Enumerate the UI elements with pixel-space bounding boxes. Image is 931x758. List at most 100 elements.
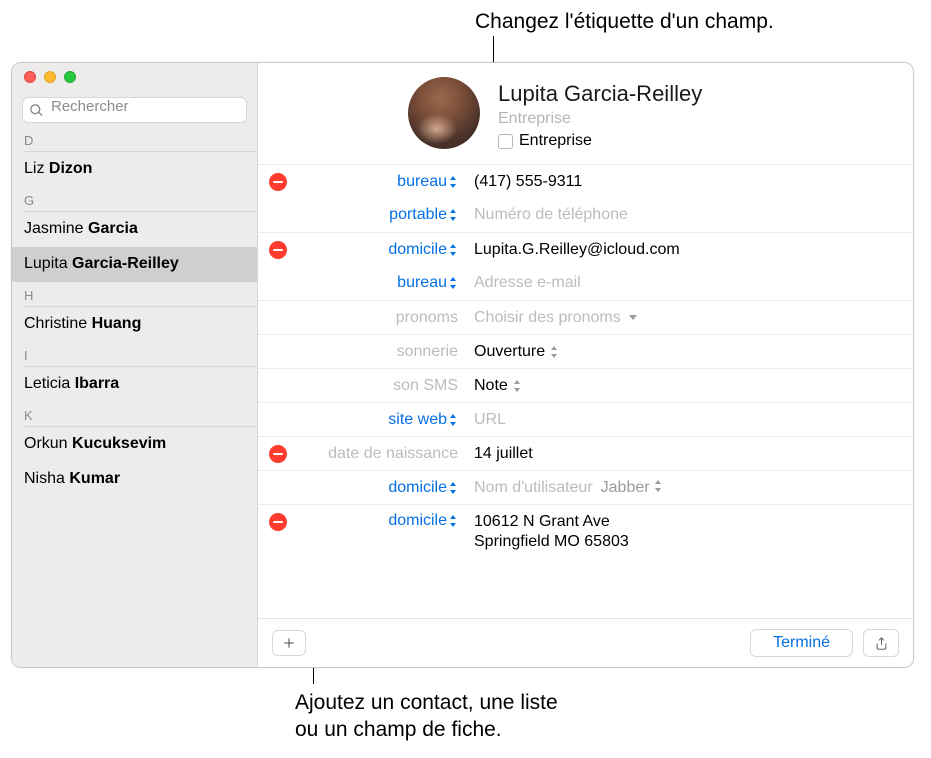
field-label-selector[interactable]: domicile <box>298 479 468 497</box>
search-input[interactable] <box>51 98 216 115</box>
email-home-value[interactable]: Lupita.G.Reilley@icloud.com <box>468 235 913 265</box>
window-controls <box>12 65 257 88</box>
website-placeholder[interactable]: URL <box>468 405 913 435</box>
address-value[interactable]: 10612 N Grant Ave Springfield MO 65803 <box>468 505 913 559</box>
contact-first-name: Lupita <box>24 255 72 272</box>
zoom-window-button[interactable] <box>64 71 76 83</box>
contact-last-name: Ibarra <box>75 375 119 392</box>
field-phone-mobile: portable Numéro de téléphone <box>258 198 913 232</box>
field-label-static: son SMS <box>298 377 468 395</box>
field-phone-office: bureau (417) 555-9311 <box>258 164 913 198</box>
contact-first-name: Nisha <box>24 470 69 487</box>
im-value-row[interactable]: Nom d'utilisateur Jabber <box>468 473 913 503</box>
remove-button[interactable] <box>269 241 287 259</box>
company-placeholder[interactable]: Entreprise <box>498 110 702 128</box>
remove-button[interactable] <box>269 173 287 191</box>
chevrons-icon <box>514 380 522 392</box>
contact-first-name: Liz <box>24 160 49 177</box>
sidebar: DLiz DizonGJasmine GarciaLupita Garcia-R… <box>12 63 258 667</box>
contact-name[interactable]: Lupita Garcia-Reilley <box>498 81 702 107</box>
field-birthday: date de naissance 14 juillet <box>258 436 913 470</box>
chevrons-icon <box>450 277 458 289</box>
contact-last-name: Kumar <box>69 470 120 487</box>
contact-row[interactable]: Christine Huang <box>12 307 257 342</box>
remove-button[interactable] <box>269 513 287 531</box>
phone-office-value[interactable]: (417) 555-9311 <box>468 167 913 197</box>
im-username-placeholder[interactable]: Nom d'utilisateur <box>474 479 593 497</box>
contact-last-name: Kucuksevim <box>72 435 166 452</box>
contact-last-name: Huang <box>92 315 142 332</box>
contact-row[interactable]: Nisha Kumar <box>12 462 257 497</box>
chevrons-icon <box>450 482 458 494</box>
contact-first-name: Orkun <box>24 435 72 452</box>
address-line: 10612 N Grant Ave <box>474 513 610 531</box>
contact-last-name: Garcia <box>88 220 138 237</box>
callout-line: ou un champ de fiche. <box>295 716 558 743</box>
phone-mobile-placeholder[interactable]: Numéro de téléphone <box>468 200 913 230</box>
done-button[interactable]: Terminé <box>750 629 853 657</box>
add-button[interactable] <box>272 630 306 656</box>
callout-change-label: Changez l'étiquette d'un champ. <box>475 8 774 35</box>
minimize-window-button[interactable] <box>44 71 56 83</box>
field-email-office: bureau Adresse e-mail <box>258 266 913 300</box>
contact-row[interactable]: Liz Dizon <box>12 152 257 187</box>
field-label-selector[interactable]: site web <box>298 411 468 429</box>
contact-header: Lupita Garcia-Reilley Entreprise Entrepr… <box>258 63 913 164</box>
contact-last-name: Dizon <box>49 160 93 177</box>
field-texttone: son SMS Note <box>258 368 913 402</box>
section-letter: I <box>12 342 257 363</box>
address-line: Springfield MO 65803 <box>474 533 629 551</box>
share-icon <box>874 635 889 652</box>
search-wrap <box>22 97 247 123</box>
field-label-static: sonnerie <box>298 343 468 361</box>
ringtone-selector[interactable]: Ouverture <box>468 337 913 367</box>
chevrons-icon <box>450 176 458 188</box>
field-label-selector[interactable]: bureau <box>298 173 468 191</box>
contact-list: DLiz DizonGJasmine GarciaLupita Garcia-R… <box>12 127 257 497</box>
close-window-button[interactable] <box>24 71 36 83</box>
toolbar-right: Terminé <box>750 629 899 657</box>
chevron-down-icon <box>629 315 637 320</box>
section-letter: D <box>12 127 257 148</box>
field-website: site web URL <box>258 402 913 436</box>
callout-add: Ajoutez un contact, une liste ou un cham… <box>295 689 558 744</box>
field-label-static: pronoms <box>298 309 468 327</box>
company-checkbox-row[interactable]: Entreprise <box>498 132 702 150</box>
chevrons-icon <box>551 346 559 358</box>
search-field[interactable] <box>22 97 247 123</box>
detail-pane: Lupita Garcia-Reilley Entreprise Entrepr… <box>258 63 913 667</box>
chevrons-icon <box>450 244 458 256</box>
field-label-static: date de naissance <box>298 445 468 463</box>
field-label-selector[interactable]: domicile <box>298 505 468 530</box>
search-icon <box>29 103 44 118</box>
contact-first-name: Leticia <box>24 375 75 392</box>
remove-button[interactable] <box>269 445 287 463</box>
contact-row[interactable]: Leticia Ibarra <box>12 367 257 402</box>
field-im: domicile Nom d'utilisateur Jabber <box>258 470 913 504</box>
im-service-selector[interactable]: Jabber <box>601 479 663 497</box>
email-office-placeholder[interactable]: Adresse e-mail <box>468 268 913 298</box>
section-letter: H <box>12 282 257 303</box>
contact-row[interactable]: Jasmine Garcia <box>12 212 257 247</box>
fields: bureau (417) 555-9311 portable Numéro de… <box>258 164 913 618</box>
field-label-selector[interactable]: domicile <box>298 241 468 259</box>
share-button[interactable] <box>863 629 899 657</box>
contact-row[interactable]: Lupita Garcia-Reilley <box>12 247 257 282</box>
contacts-window: DLiz DizonGJasmine GarciaLupita Garcia-R… <box>11 62 914 668</box>
section-letter: G <box>12 187 257 208</box>
field-label-selector[interactable]: bureau <box>298 274 468 292</box>
chevrons-icon <box>450 209 458 221</box>
chevrons-icon <box>655 480 663 492</box>
field-label-selector[interactable]: portable <box>298 206 468 224</box>
pronouns-selector[interactable]: Choisir des pronoms <box>468 303 913 333</box>
company-checkbox-label: Entreprise <box>519 132 592 150</box>
birthday-value[interactable]: 14 juillet <box>468 439 913 469</box>
field-email-home: domicile Lupita.G.Reilley@icloud.com <box>258 232 913 266</box>
contact-row[interactable]: Orkun Kucuksevim <box>12 427 257 462</box>
company-checkbox[interactable] <box>498 134 513 149</box>
avatar[interactable] <box>408 77 480 149</box>
toolbar: Terminé <box>258 618 913 667</box>
texttone-selector[interactable]: Note <box>468 371 913 401</box>
callout-line: Ajoutez un contact, une liste <box>295 689 558 716</box>
field-address: domicile 10612 N Grant Ave Springfield M… <box>258 504 913 559</box>
